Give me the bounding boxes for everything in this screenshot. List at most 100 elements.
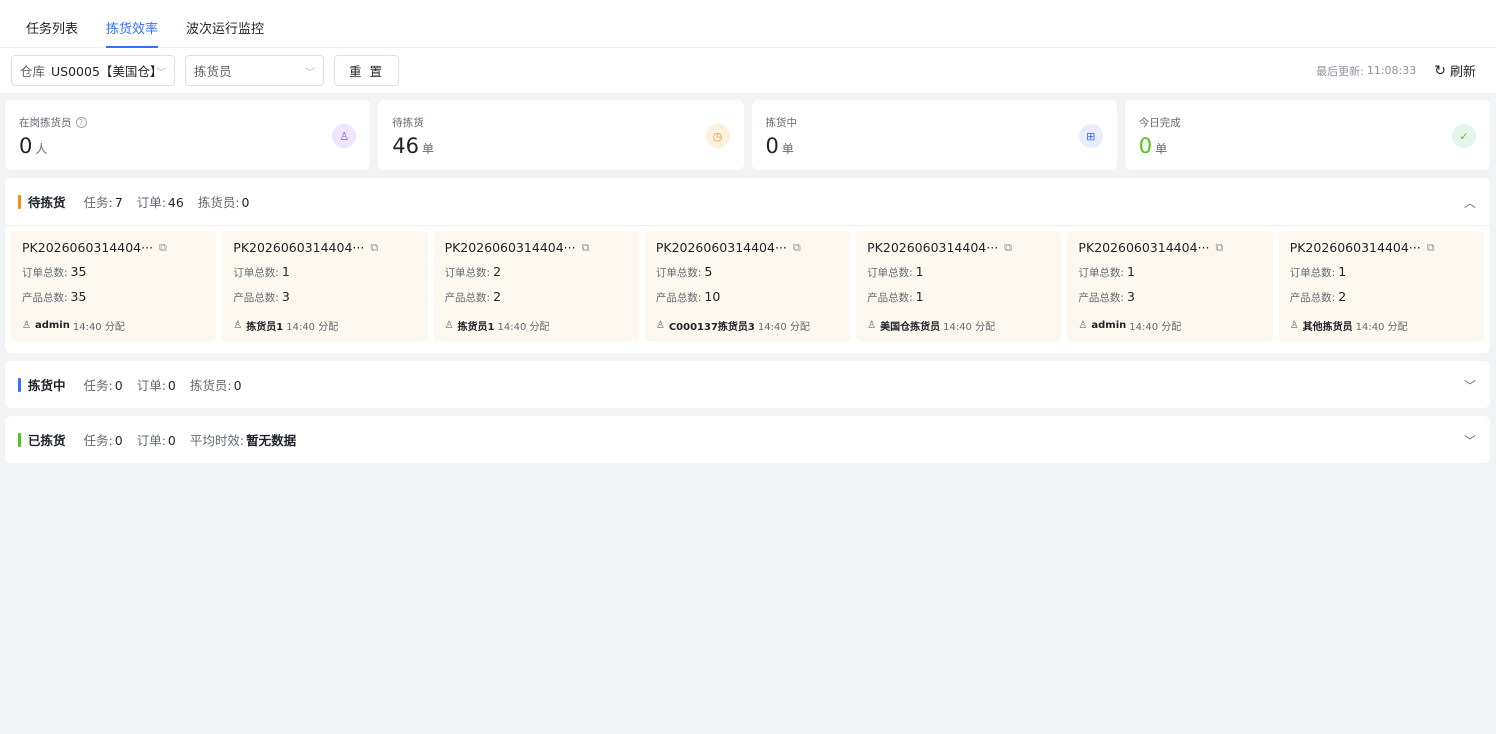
warehouse-value: US0005【美国仓】: [51, 64, 163, 79]
chevron-down-icon[interactable]: ﹀: [1464, 377, 1476, 394]
task-card[interactable]: PK2026060314404··· ⧉ 订单总数: 1 产品总数: 3 ♙ admin 14:…: [1067, 231, 1273, 341]
stat-unit: 单: [421, 142, 434, 156]
task-card[interactable]: PK2026060314404··· ⧉ 订单总数: 1 产品总数: 3 ♙ 拣货员1 14:4…: [222, 231, 428, 341]
task-code: PK2026060314404···: [233, 240, 365, 255]
warehouse-select[interactable]: 仓库 US0005【美国仓】 ﹀: [11, 55, 175, 86]
section-title: 拣货中: [28, 378, 66, 393]
task-card[interactable]: PK2026060314404··· ⧉ 订单总数: 2 产品总数: 2 ♙ 拣货员1 14:4…: [433, 231, 639, 341]
assign-time: 14:40 分配: [72, 322, 125, 333]
copy-icon[interactable]: ⧉: [159, 241, 167, 255]
header-right: 最后更新: 11:08:33 ↻ 刷新: [1316, 48, 1476, 93]
copy-icon[interactable]: ⧉: [1215, 241, 1223, 255]
copy-icon[interactable]: ⧉: [793, 241, 801, 255]
chevron-down-icon[interactable]: ﹀: [1464, 432, 1476, 449]
warehouse-label: 仓库: [20, 64, 46, 79]
tab-wave-monitor[interactable]: 波次运行监控: [186, 18, 264, 47]
products-value: 10: [704, 289, 721, 304]
products-label: 产品总数:: [22, 292, 68, 304]
products-value: 2: [493, 289, 502, 304]
task-count: 任务: 0: [83, 433, 123, 448]
products-label: 产品总数:: [444, 292, 491, 304]
task-card[interactable]: PK2026060314404··· ⧉ 订单总数: 35 产品总数: 35 ♙ admin 1…: [11, 231, 217, 341]
stat-card-on-duty: 在岗拣货员? 0人 ♙: [5, 100, 371, 170]
order-count: 订单: 0: [136, 433, 176, 448]
task-code: PK2026060314404···: [655, 240, 787, 255]
task-card[interactable]: PK2026060314404··· ⧉ 订单总数: 1 产品总数: 2 ♙ 其他拣货员 14:…: [1278, 231, 1484, 341]
orders-label: 订单总数:: [867, 267, 913, 279]
products-label: 产品总数:: [867, 292, 913, 304]
stat-unit: 单: [781, 142, 794, 156]
stat-label: 今日完成: [1138, 117, 1181, 129]
picking-panel: 拣货中 任务: 0 订单: 0 拣货员: 0 ﹀: [5, 361, 1490, 408]
products-label: 产品总数:: [655, 292, 702, 304]
stat-unit: 人: [35, 142, 48, 156]
orders-value: 5: [704, 264, 713, 279]
copy-icon[interactable]: ⧉: [1004, 241, 1012, 255]
stat-label: 待拣货: [392, 117, 424, 129]
stat-label: 拣货中: [765, 117, 798, 129]
refresh-icon: ↻: [1434, 62, 1446, 79]
order-count: 订单: 0: [136, 378, 176, 393]
picker-select[interactable]: 拣货员 ﹀: [185, 55, 324, 86]
refresh-label: 刷新: [1449, 65, 1476, 80]
orders-label: 订单总数:: [655, 267, 702, 279]
orders-label: 订单总数:: [22, 267, 68, 279]
tab-picking-efficiency[interactable]: 拣货效率: [106, 18, 159, 48]
tab-task-list[interactable]: 任务列表: [26, 18, 78, 47]
copy-icon[interactable]: ⧉: [1427, 241, 1435, 255]
stat-value: 0: [765, 134, 779, 158]
products-value: 3: [1126, 289, 1135, 304]
filter-row: 仓库 US0005【美国仓】 ﹀ 拣货员 ﹀ 重 置 最后更新: 11:08:3…: [0, 48, 1496, 93]
refresh-button[interactable]: ↻ 刷新: [1434, 61, 1476, 81]
task-code: PK2026060314404···: [867, 240, 999, 255]
orders-value: 2: [493, 264, 502, 279]
stat-card-pending: 待拣货 46 单 ◷: [378, 100, 744, 170]
products-label: 产品总数:: [1078, 292, 1124, 304]
task-code: PK2026060314404···: [22, 240, 154, 255]
assignee-name: admin: [1091, 320, 1127, 331]
stat-value: 0: [19, 134, 33, 158]
chevron-down-icon: ﹀: [156, 68, 166, 79]
assign-time: 14:40 分配: [1355, 322, 1408, 333]
orders-label: 订单总数:: [444, 267, 491, 279]
orders-label: 订单总数:: [1078, 267, 1124, 279]
picked-header[interactable]: 已拣货 任务: 0 订单: 0 平均时效: 暂无数据 ﹀: [5, 416, 1490, 463]
products-label: 产品总数:: [1289, 292, 1336, 304]
orders-value: 1: [1126, 264, 1135, 279]
task-count: 任务: 7: [83, 195, 123, 210]
products-value: 2: [1338, 289, 1347, 304]
stat-card-done-today: 今日完成 0单 ✓: [1124, 100, 1490, 170]
copy-icon[interactable]: ⧉: [582, 241, 590, 255]
last-update-label: 最后更新:: [1316, 64, 1364, 78]
grid-icon: ⊞: [1078, 124, 1103, 148]
section-marker: [18, 194, 21, 209]
task-card[interactable]: PK2026060314404··· ⧉ 订单总数: 1 产品总数: 1 ♙ 美国仓拣货员 14…: [856, 231, 1062, 341]
stat-value: 0: [1138, 134, 1153, 158]
picker-placeholder: 拣货员: [194, 64, 232, 79]
copy-icon[interactable]: ⧉: [370, 241, 378, 255]
assignee-name: admin: [34, 320, 70, 331]
assignee-name: 拣货员1: [246, 322, 284, 333]
orders-value: 1: [1338, 264, 1347, 279]
avg-time: 平均时效: 暂无数据: [189, 433, 297, 448]
user-icon: ♙: [1289, 320, 1299, 331]
assign-time: 14:40 分配: [757, 322, 810, 333]
task-code: PK2026060314404···: [444, 240, 576, 255]
user-icon: ♙: [233, 320, 243, 331]
task-card[interactable]: PK2026060314404··· ⧉ 订单总数: 5 产品总数: 10 ♙ C000137…: [644, 231, 851, 341]
user-icon: ♙: [22, 320, 31, 331]
pending-header[interactable]: 待拣货 任务: 7 订单: 46 拣货员: 0 ︿: [5, 178, 1490, 225]
task-card-list: PK2026060314404··· ⧉ 订单总数: 35 产品总数: 35 ♙ admin 1…: [5, 225, 1490, 353]
assign-time: 14:40 分配: [1129, 322, 1182, 333]
picked-panel: 已拣货 任务: 0 订单: 0 平均时效: 暂无数据 ﹀: [5, 416, 1490, 463]
reset-button[interactable]: 重 置: [334, 55, 399, 86]
pending-panel: 待拣货 任务: 7 订单: 46 拣货员: 0 ︿ PK2026060314404··…: [5, 178, 1490, 353]
orders-value: 1: [915, 264, 924, 279]
stat-value: 46: [392, 134, 419, 158]
picking-header[interactable]: 拣货中 任务: 0 订单: 0 拣货员: 0 ﹀: [5, 361, 1490, 408]
order-count: 订单: 46: [136, 195, 184, 210]
chevron-up-icon[interactable]: ︿: [1464, 194, 1476, 211]
orders-value: 35: [70, 264, 87, 279]
help-icon[interactable]: ?: [75, 117, 87, 128]
products-value: 3: [281, 289, 290, 304]
